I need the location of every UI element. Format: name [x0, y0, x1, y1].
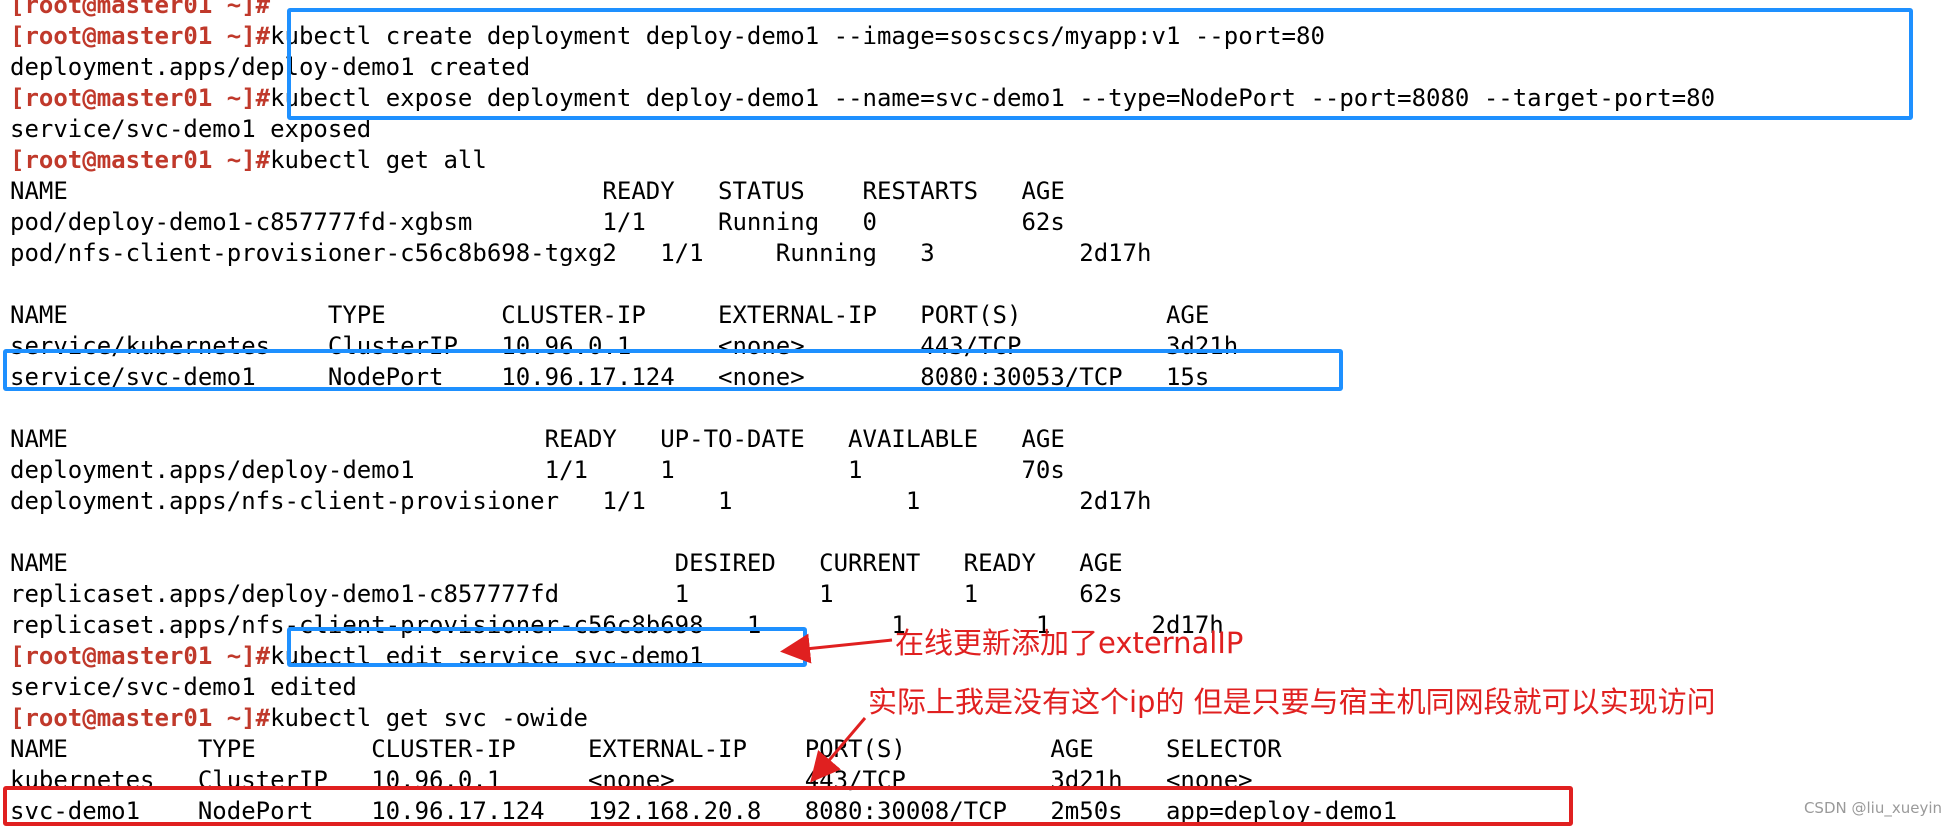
- terminal-line: [root@master01 ~]#kubectl get svc -owide: [10, 703, 588, 734]
- command-output: service/svc-demo1 exposed: [10, 115, 372, 143]
- command-output: pod/deploy-demo1-c857777fd-xgbsm 1/1 Run…: [10, 208, 1065, 236]
- watermark: CSDN @liu_xueyin: [1803, 799, 1942, 817]
- command-output: NAME READY UP-TO-DATE AVAILABLE AGE: [10, 425, 1065, 453]
- terminal-line: [root@master01 ~]#kubectl create deploym…: [10, 21, 1325, 52]
- terminal-line: NAME READY STATUS RESTARTS AGE: [10, 176, 1065, 207]
- command-output: NAME TYPE CLUSTER-IP EXTERNAL-IP PORT(S)…: [10, 301, 1210, 329]
- shell-command: kubectl create deployment deploy-demo1 -…: [270, 22, 1325, 50]
- shell-prompt: [root@master01 ~]#: [10, 22, 271, 50]
- command-output: deployment.apps/deploy-demo1 1/1 1 1 70s: [10, 456, 1065, 484]
- terminal-line: pod/deploy-demo1-c857777fd-xgbsm 1/1 Run…: [10, 207, 1065, 238]
- command-output: deployment.apps/deploy-demo1 created: [10, 53, 531, 81]
- command-output: kubernetes ClusterIP 10.96.0.1 <none> 44…: [10, 766, 1253, 794]
- command-output: NAME READY STATUS RESTARTS AGE: [10, 177, 1065, 205]
- arrow-to-edit-command: [780, 633, 893, 664]
- command-output: service/kubernetes ClusterIP 10.96.0.1 <…: [10, 332, 1239, 360]
- terminal-line: service/svc-demo1 exposed: [10, 114, 371, 145]
- shell-command: kubectl get svc -owide: [270, 704, 588, 732]
- terminal-line: NAME TYPE CLUSTER-IP EXTERNAL-IP PORT(S)…: [10, 300, 1209, 331]
- terminal-line: kubernetes ClusterIP 10.96.0.1 <none> 44…: [10, 765, 1253, 796]
- command-output: NAME TYPE CLUSTER-IP EXTERNAL-IP PORT(S)…: [10, 735, 1282, 763]
- shell-prompt: [root@master01 ~]#: [10, 84, 271, 112]
- terminal-line: [root@master01 ~]#kubectl expose deploym…: [10, 83, 1715, 114]
- command-output: NAME DESIRED CURRENT READY AGE: [10, 549, 1123, 577]
- shell-command: kubectl get all: [270, 146, 487, 174]
- terminal-line: deployment.apps/deploy-demo1 1/1 1 1 70s: [10, 455, 1065, 486]
- terminal-line: [root@master01 ~]#kubectl edit service s…: [10, 641, 704, 672]
- command-output: svc-demo1 NodePort 10.96.17.124 192.168.…: [10, 797, 1398, 825]
- shell-command: kubectl expose deployment deploy-demo1 -…: [270, 84, 1716, 112]
- terminal-line: NAME READY UP-TO-DATE AVAILABLE AGE: [10, 424, 1065, 455]
- terminal-line: service/kubernetes ClusterIP 10.96.0.1 <…: [10, 331, 1238, 362]
- command-output: service/svc-demo1 NodePort 10.96.17.124 …: [10, 363, 1210, 391]
- terminal-line: [root@master01 ~]#kubectl get all: [10, 145, 487, 176]
- command-output: service/svc-demo1 edited: [10, 673, 357, 701]
- shell-prompt: [root@master01 ~]#: [10, 0, 271, 19]
- shell-prompt: [root@master01 ~]#: [10, 642, 271, 670]
- shell-prompt: [root@master01 ~]#: [10, 146, 271, 174]
- terminal-line: NAME TYPE CLUSTER-IP EXTERNAL-IP PORT(S)…: [10, 734, 1282, 765]
- shell-prompt: [root@master01 ~]#: [10, 704, 271, 732]
- terminal-line: [root@master01 ~]#: [10, 0, 270, 21]
- terminal-line: service/svc-demo1 NodePort 10.96.17.124 …: [10, 362, 1209, 393]
- terminal-line: NAME DESIRED CURRENT READY AGE: [10, 548, 1123, 579]
- terminal-line: deployment.apps/nfs-client-provisioner 1…: [10, 486, 1152, 517]
- command-output: replicaset.apps/deploy-demo1-c857777fd 1…: [10, 580, 1123, 608]
- edit-annotation-note: 在线更新添加了externalIP: [895, 626, 1244, 660]
- terminal-line: deployment.apps/deploy-demo1 created: [10, 52, 530, 83]
- command-output: pod/nfs-client-provisioner-c56c8b698-tgx…: [10, 239, 1152, 267]
- access-annotation-note: 实际上我是没有这个ip的 但是只要与宿主机同网段就可以实现访问: [868, 685, 1716, 719]
- terminal-line: replicaset.apps/deploy-demo1-c857777fd 1…: [10, 579, 1123, 610]
- shell-command: kubectl edit service svc-demo1: [270, 642, 704, 670]
- terminal-line: pod/nfs-client-provisioner-c56c8b698-tgx…: [10, 238, 1152, 269]
- command-output: deployment.apps/nfs-client-provisioner 1…: [10, 487, 1152, 515]
- terminal-line: svc-demo1 NodePort 10.96.17.124 192.168.…: [10, 796, 1397, 827]
- terminal-line: service/svc-demo1 edited: [10, 672, 357, 703]
